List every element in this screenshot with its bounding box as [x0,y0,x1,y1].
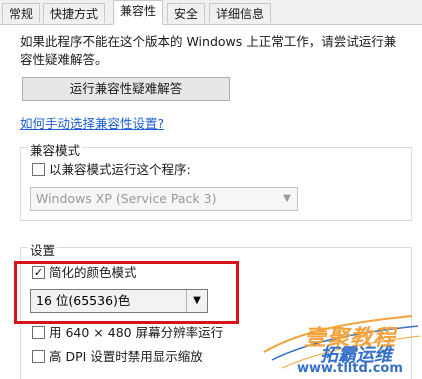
tab-details[interactable]: 详细信息 [209,3,272,23]
description-line-2: 容性疑难解答。 [20,52,108,67]
resolution-640-checkbox[interactable] [32,326,45,339]
tab-compatibility[interactable]: 兼容性 [113,0,164,25]
os-version-value: Windows XP (Service Pack 3) [36,191,217,206]
dpi-scaling-row[interactable]: 高 DPI 设置时禁用显示缩放 [32,349,203,365]
tab-bar: 常规 快捷方式 兼容性 安全 详细信息 [0,0,422,25]
compatibility-description: 如果此程序不能在这个版本的 Windows 上正常工作，请尝试运行兼 容性疑难解… [20,33,410,69]
description-line-1: 如果此程序不能在这个版本的 Windows 上正常工作，请尝试运行兼 [20,34,397,49]
tab-general[interactable]: 常规 [2,3,41,23]
watermark-url: www.tlltd.com [297,361,403,376]
settings-title: 设置 [28,240,58,259]
tab-shortcut[interactable]: 快捷方式 [43,3,106,23]
chevron-down-icon: ▼ [283,193,291,204]
tab-security[interactable]: 安全 [167,3,206,23]
compat-mode-checkbox-label: 以兼容模式运行这个程序: [49,162,191,177]
os-version-select[interactable]: Windows XP (Service Pack 3) ▼ [30,187,298,211]
highlight-box [14,261,239,324]
manual-settings-link[interactable]: 如何手动选择兼容性设置? [20,113,164,132]
resolution-640-row[interactable]: 用 640 × 480 屏幕分辨率运行 [32,325,223,341]
dpi-scaling-label: 高 DPI 设置时禁用显示缩放 [49,349,203,364]
compat-mode-checkbox-row[interactable]: 以兼容模式运行这个程序: [32,162,191,178]
compat-mode-checkbox[interactable] [32,163,45,176]
compat-mode-title: 兼容模式 [28,140,83,159]
dpi-scaling-checkbox[interactable] [32,350,45,363]
resolution-640-label: 用 640 × 480 屏幕分辨率运行 [49,325,224,340]
run-troubleshooter-button[interactable]: 运行兼容性疑难解答 [22,77,230,101]
